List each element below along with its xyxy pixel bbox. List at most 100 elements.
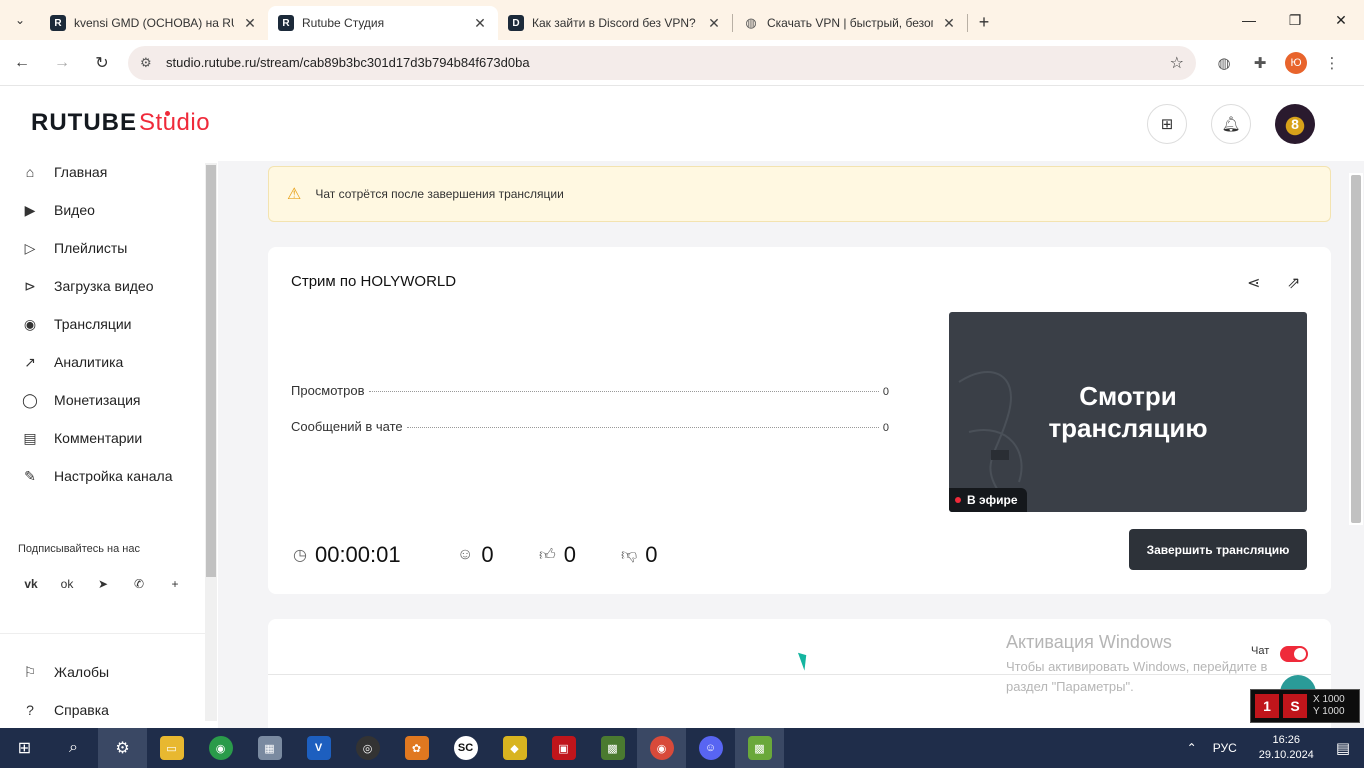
chrome-profile-icon[interactable]: ◉ <box>637 728 686 768</box>
sidebar-item-comments[interactable]: ▤ Комментарии <box>20 426 142 450</box>
bookmark-star-icon[interactable]: ☆ <box>1170 53 1184 73</box>
sidebar-item-monetization[interactable]: ◯ Монетизация <box>20 388 140 412</box>
overlay-y: Y 1000 <box>1313 706 1345 717</box>
sidebar-item-upload[interactable]: ⊳ Загрузка видео <box>20 274 153 298</box>
watermark-line-2: раздел "Параметры". <box>1006 679 1134 694</box>
page-scrollbar-thumb[interactable] <box>1351 175 1361 523</box>
home-icon: ⌂ <box>25 164 35 180</box>
watermark-title: Активация Windows <box>1006 632 1172 652</box>
forward-arrow-icon[interactable]: → <box>44 45 80 81</box>
browser-tab[interactable]: ◍ Скачать VPN | быстрый, безопа ✕ <box>733 7 967 39</box>
new-tab-button[interactable]: + <box>968 12 1000 33</box>
calculator-icon[interactable]: ▦ <box>245 728 294 768</box>
stat-value: 0 <box>882 422 889 434</box>
plus-icon[interactable]: + <box>162 571 188 597</box>
map-logo-icon: ◆ <box>502 736 527 760</box>
chrome-icon[interactable]: ◉ <box>196 728 245 768</box>
bell-icon: 🔔︎ <box>1221 116 1241 133</box>
sidebar-item-label: Главная <box>54 164 108 180</box>
stat-views: Просмотров 0 <box>291 383 889 398</box>
sidebar-item-playlists[interactable]: ▷ Плейлисты <box>20 236 128 260</box>
sc-app-icon[interactable]: SC <box>441 728 490 768</box>
flag-icon: ⚐ <box>23 663 37 680</box>
stream-preview[interactable]: Смотри трансляцию В эфире <box>949 312 1307 512</box>
sidebar-item-label: Настройка канала <box>54 468 173 484</box>
file-explorer-icon[interactable]: ▭ <box>147 728 196 768</box>
search-icon[interactable]: ⌕ <box>49 728 98 768</box>
extensions-puzzle-icon[interactable]: ✚ <box>1242 45 1278 81</box>
analytics-icon: ↗ <box>24 353 36 370</box>
tab-title: Как зайти в Discord без VPN? · <box>532 16 698 30</box>
share-icon[interactable]: ⋖ <box>1247 273 1260 293</box>
tray-chevron-icon[interactable]: ⌃ <box>1187 741 1197 755</box>
discord-icon[interactable]: ☺ <box>686 728 735 768</box>
minecraft-icon[interactable]: ▩ <box>588 728 637 768</box>
sidebar-item-channel-settings[interactable]: ✎ Настройка канала <box>20 464 173 488</box>
overlay-app-icon-2: S <box>1283 694 1307 718</box>
browser-menu-icon[interactable]: ⋮ <box>1314 45 1350 81</box>
ok-icon[interactable]: ok <box>54 571 80 597</box>
live-dot-icon <box>955 497 961 503</box>
notifications-button[interactable]: 🔔︎ <box>1211 104 1251 144</box>
sidebar-item-analytics[interactable]: ↗ Аналитика <box>20 350 123 374</box>
vk-icon[interactable]: vk <box>18 571 44 597</box>
notifications-icon[interactable]: ▤ <box>1336 739 1350 757</box>
tab-close-icon[interactable]: ✕ <box>706 15 722 32</box>
translate-icon[interactable]: ◍ <box>1206 45 1242 81</box>
create-button[interactable]: ⊞ <box>1147 104 1187 144</box>
minimize-icon[interactable]: — <box>1226 0 1272 40</box>
back-arrow-icon[interactable]: ← <box>4 45 40 81</box>
address-bar[interactable]: ⚙ studio.rutube.ru/stream/cab89b3bc301d1… <box>128 45 1196 80</box>
browser-tab-active[interactable]: R Rutube Студия ✕ <box>268 6 498 40</box>
minecraft-launcher-icon[interactable]: ▩ <box>735 728 784 768</box>
page-scrollbar[interactable] <box>1349 173 1363 525</box>
chat-warning-notice: ⚠ Чат сотрётся после завершения трансляц… <box>268 166 1331 222</box>
site-info-icon[interactable]: ⚙ <box>140 55 160 71</box>
tab-close-icon[interactable]: ✕ <box>941 15 957 32</box>
logo-main-text: RUTUBE <box>31 109 137 136</box>
language-indicator[interactable]: РУС <box>1213 741 1237 755</box>
sidebar: ⌂ Главная ▶ Видео ▷ Плейлисты ⊳ Загрузка… <box>0 161 218 728</box>
discord-logo-icon: ☺ <box>698 736 723 760</box>
red-app-icon[interactable]: ▣ <box>539 728 588 768</box>
close-window-icon[interactable]: ✕ <box>1318 0 1364 40</box>
browser-tab[interactable]: R kvensi GMD (ОСНОВА) на RUTU ✕ <box>40 7 268 39</box>
viber-icon[interactable]: ✆ <box>126 571 152 597</box>
settings-gear-icon[interactable]: ⚙ <box>98 728 147 768</box>
fl-studio-icon[interactable]: ✿ <box>392 728 441 768</box>
url-text[interactable]: studio.rutube.ru/stream/cab89b3bc301d17d… <box>166 55 1170 70</box>
browser-tab[interactable]: D Как зайти в Discord без VPN? · ✕ <box>498 7 732 39</box>
obs-icon[interactable]: ◎ <box>343 728 392 768</box>
rutube-studio-logo[interactable]: RUTUBEStudio <box>31 109 210 137</box>
vegas-icon[interactable]: V <box>294 728 343 768</box>
map-app-icon[interactable]: ◆ <box>490 728 539 768</box>
plus-square-icon: ⊞ <box>1160 116 1174 133</box>
tab-close-icon[interactable]: ✕ <box>472 15 488 32</box>
thumbs-down-icon: 👎︎ <box>621 546 638 564</box>
reload-icon[interactable]: ↻ <box>84 45 120 81</box>
clock[interactable]: 16:26 29.10.2024 <box>1259 733 1314 763</box>
sidebar-scrollbar[interactable] <box>205 163 217 721</box>
end-stream-button[interactable]: Завершить трансляцию <box>1129 529 1307 570</box>
viewers-counter: ☺ 0 <box>457 542 494 568</box>
stat-value: 0 <box>882 386 889 398</box>
start-windows-icon[interactable]: ⊞ <box>0 728 49 768</box>
sidebar-item-complaints[interactable]: ⚐ Жалобы <box>20 660 109 684</box>
sidebar-item-help[interactable]: ? Справка <box>20 698 109 722</box>
open-external-icon[interactable]: ⇗ <box>1287 273 1300 293</box>
tab-close-icon[interactable]: ✕ <box>242 15 258 32</box>
restore-icon[interactable]: ❐ <box>1272 0 1318 40</box>
telegram-icon[interactable]: ➤ <box>90 571 116 597</box>
profile-avatar[interactable]: Ю <box>1285 51 1307 74</box>
sidebar-scrollbar-thumb[interactable] <box>206 165 216 577</box>
chat-toggle[interactable] <box>1280 646 1308 662</box>
sidebar-item-label: Аналитика <box>54 354 124 370</box>
sidebar-item-home[interactable]: ⌂ Главная <box>20 160 108 184</box>
tab-search-icon[interactable]: ⌄ <box>0 0 40 40</box>
clock-icon: ◷ <box>293 547 307 564</box>
viewer-icon: ☺ <box>457 546 474 563</box>
channel-avatar[interactable]: 8 <box>1275 104 1315 144</box>
upload-icon: ⊳ <box>24 277 36 294</box>
sidebar-item-video[interactable]: ▶ Видео <box>20 198 95 222</box>
sidebar-item-broadcasts[interactable]: ◉ Трансляции <box>20 312 132 336</box>
